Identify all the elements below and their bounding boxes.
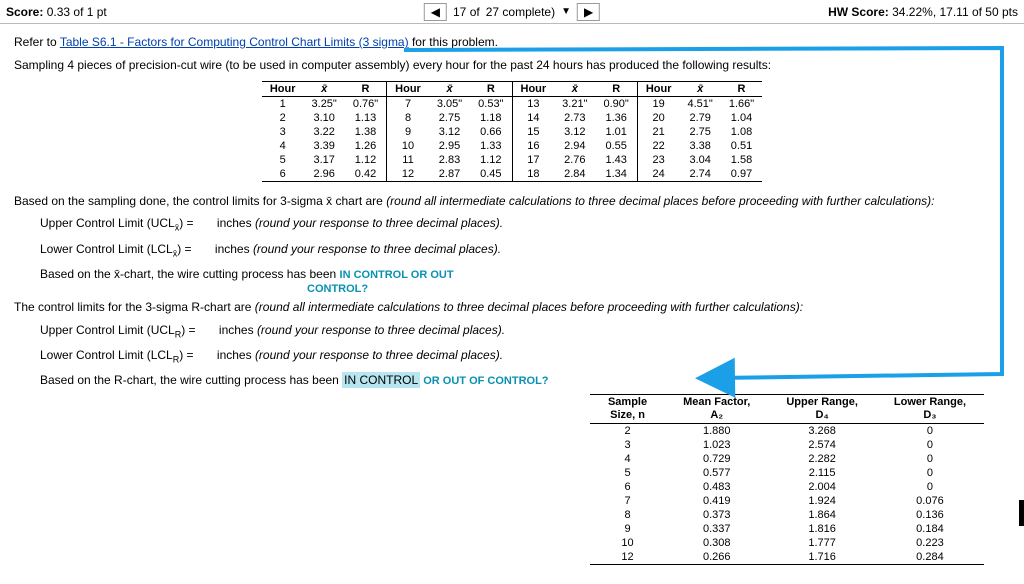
lcl-x-in: inches (215, 242, 253, 256)
nav-total: 27 complete) (486, 5, 555, 19)
table-row: 100.3081.7770.223 (590, 536, 984, 550)
table-row: 43.391.26102.951.33162.940.55223.380.51 (262, 139, 762, 153)
table-row: 90.3371.8160.184 (590, 522, 984, 536)
ucl-r-label: Upper Control Limit (UCL (40, 323, 175, 337)
rlim-ital: (round all intermediate calculations to … (255, 300, 803, 314)
prev-button[interactable]: ◀ (424, 3, 447, 21)
ucl-x-label: Upper Control Limit (UCL (40, 216, 175, 230)
toolbar: Score: 0.33 of 1 pt ◀ 17 of 27 complete)… (0, 0, 1024, 24)
table-row: 62.960.42122.870.45182.841.34242.740.97 (262, 167, 762, 182)
fh-d4: Upper Range,D₄ (768, 395, 876, 424)
table-row: 40.7292.2820 (590, 452, 984, 466)
lcl-r-eq: ) = (179, 348, 197, 362)
ucl-r-in: inches (219, 323, 257, 337)
rchart-answer-a[interactable]: IN CONTROL (342, 372, 420, 388)
refer-line: Refer to Table S6.1 - Factors for Comput… (14, 34, 1010, 51)
table-row: 80.3731.8640.136 (590, 508, 984, 522)
table-row: 60.4832.0040 (590, 480, 984, 494)
nav-current: 17 of (453, 5, 480, 19)
scroll-thumb[interactable] (1019, 500, 1024, 526)
hw-value: 34.22%, 17.11 of 50 pts (892, 5, 1018, 19)
score-value: 0.33 of 1 pt (47, 5, 107, 19)
ucl-x-round: (round your response to three decimal pl… (255, 216, 503, 230)
score-label: Score: (6, 5, 43, 19)
table-row: 23.101.1382.751.18142.731.36202.791.04 (262, 111, 762, 125)
based-xbar-text: Based on the sampling done, the control … (14, 194, 386, 208)
lcl-r-label: Lower Control Limit (LCL (40, 348, 173, 362)
ucl-r-line: Upper Control Limit (UCLR) = inches (rou… (14, 321, 1010, 342)
ucl-x-eq: ) = (179, 216, 197, 230)
fh-n: SampleSize, n (590, 395, 665, 424)
xchart-answer-b[interactable]: CONTROL? (307, 281, 368, 298)
fh-a2: Mean Factor,A₂ (665, 395, 768, 424)
score: Score: 0.33 of 1 pt (6, 5, 107, 19)
table-row: 70.4191.9240.076 (590, 494, 984, 508)
content: Refer to Table S6.1 - Factors for Comput… (0, 24, 1024, 390)
ucl-x-in: inches (217, 216, 255, 230)
table-row: 21.8803.2680 (590, 424, 984, 439)
based-xbar-ital: (round all intermediate calculations to … (386, 194, 934, 208)
dropdown-icon[interactable]: ▼ (561, 6, 571, 17)
lcl-x-label: Lower Control Limit (LCL (40, 242, 173, 256)
table-row: 13.25"0.76"73.05"0.53"133.21"0.90"194.51… (262, 96, 762, 111)
lcl-x-round: (round your response to three decimal pl… (253, 242, 501, 256)
fh-d3: Lower Range,D₃ (876, 395, 984, 424)
refer-text: Refer to (14, 35, 60, 49)
rlim-text: The control limits for the 3-sigma R-cha… (14, 300, 255, 314)
lcl-r-line: Lower Control Limit (LCLR) = inches (rou… (14, 346, 1010, 367)
ucl-x-line: Upper Control Limit (UCLx̄) = inches (ro… (14, 214, 1010, 235)
next-button[interactable]: ▶ (577, 3, 600, 21)
xchart-answer-a[interactable]: IN CONTROL OR OUT (340, 269, 454, 281)
ucl-r-round: (round your response to three decimal pl… (257, 323, 505, 337)
based-xbar: Based on the sampling done, the control … (14, 192, 1010, 211)
xchart-q: Based on the x̄-chart, the wire cutting … (14, 265, 1010, 284)
hw-label: HW Score: (828, 5, 889, 19)
nav-center: ◀ 17 of 27 complete) ▼ ▶ (424, 3, 600, 21)
sampling-line: Sampling 4 pieces of precision-cut wire … (14, 57, 1010, 74)
rchart-answer-b[interactable]: OR OUT OF CONTROL? (420, 375, 548, 387)
table-link[interactable]: Table S6.1 - Factors for Computing Contr… (60, 35, 409, 49)
r-limits: The control limits for the 3-sigma R-cha… (14, 298, 1010, 317)
factors-table: SampleSize, n Mean Factor,A₂ Upper Range… (590, 394, 984, 565)
table-row: 50.5772.1150 (590, 466, 984, 480)
lcl-r-in: inches (217, 348, 255, 362)
hw-score: HW Score: 34.22%, 17.11 of 50 pts (828, 5, 1018, 19)
rchart-q: Based on the R-chart, the wire cutting p… (14, 371, 1010, 390)
table-row: 120.2661.7160.284 (590, 550, 984, 565)
lcl-r-round: (round your response to three decimal pl… (255, 348, 503, 362)
based-r-text: Based on the R-chart, the wire cutting p… (40, 373, 342, 387)
data-table: Hourx̄RHourx̄RHourx̄RHourx̄R 13.25"0.76"… (262, 81, 762, 182)
table-row: 53.171.12112.831.12172.761.43233.041.58 (262, 153, 762, 167)
based-x-text: Based on the x̄-chart, the wire cutting … (40, 267, 340, 281)
table-row: 31.0232.5740 (590, 438, 984, 452)
table-row: 33.221.3893.120.66153.121.01212.751.08 (262, 125, 762, 139)
lcl-x-eq: ) = (177, 242, 195, 256)
ucl-r-eq: ) = (181, 323, 199, 337)
lcl-x-line: Lower Control Limit (LCLx̄) = inches (ro… (14, 240, 1010, 261)
refer-end: for this problem. (409, 35, 498, 49)
